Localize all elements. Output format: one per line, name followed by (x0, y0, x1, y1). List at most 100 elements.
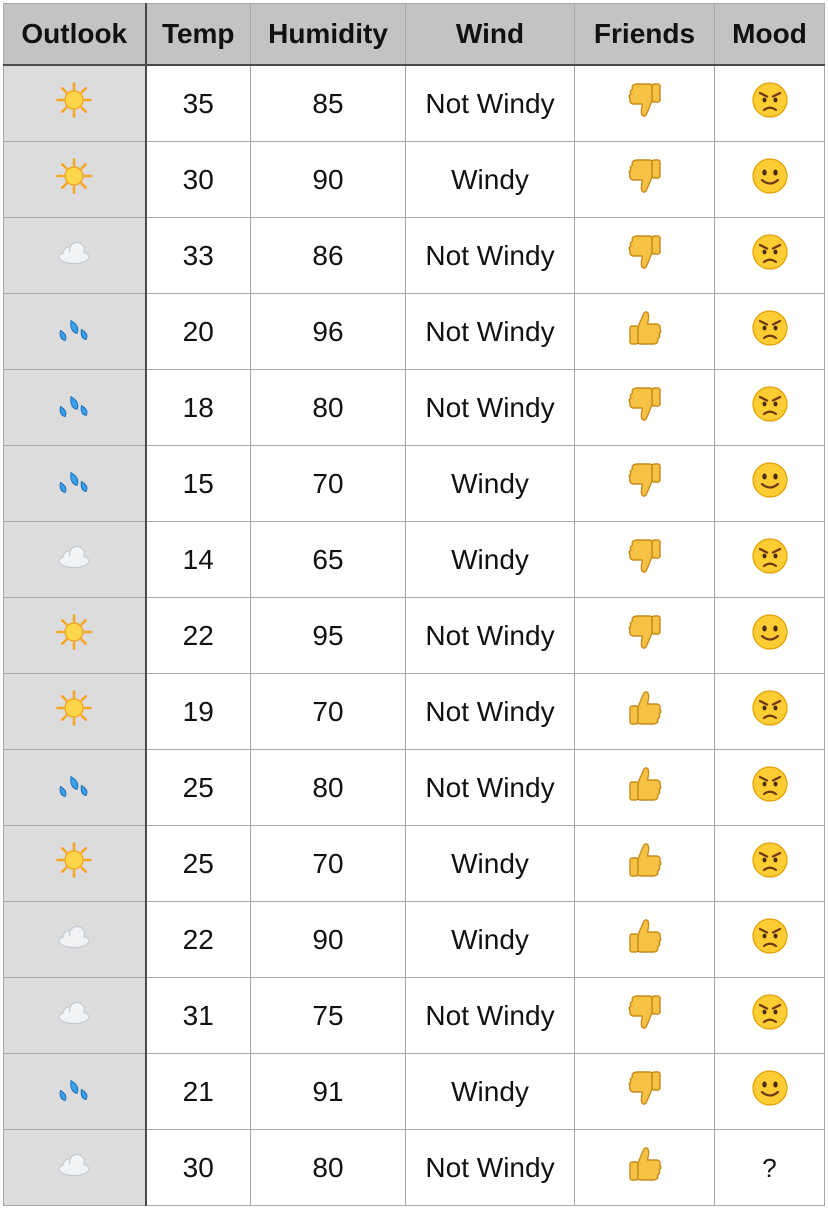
cloud-icon (54, 536, 94, 583)
mood-cell (714, 217, 825, 294)
thumbs-up-icon (626, 308, 664, 355)
mood-cell (714, 369, 825, 446)
wind-cell: Not Windy (405, 217, 575, 294)
temp-value: 14 (182, 543, 214, 575)
cloud-icon (54, 992, 94, 1039)
friends-cell (574, 673, 715, 750)
angry-face-icon (751, 841, 789, 886)
humidity-cell: 70 (250, 825, 406, 902)
friends-cell (574, 1053, 715, 1130)
header-row: Outlook Temp Humidity Wind Friends Mood (3, 3, 825, 66)
thumbs-up-icon (626, 688, 664, 735)
wind-value: Windy (451, 163, 529, 195)
smile-face-icon (751, 461, 789, 506)
humidity-value: 86 (312, 239, 344, 271)
temp-value: 20 (182, 315, 214, 347)
humidity-value: 91 (312, 1075, 344, 1107)
cloud-icon (54, 1144, 94, 1191)
thumbs-up-icon (626, 840, 664, 887)
friends-cell (574, 445, 715, 522)
friends-cell (574, 141, 715, 218)
humidity-value: 70 (312, 847, 344, 879)
humidity-value: 70 (312, 467, 344, 499)
humidity-cell: 75 (250, 977, 406, 1054)
humidity-cell: 96 (250, 293, 406, 370)
thumbs-down-icon (626, 1068, 664, 1115)
table-row: 19 70 Not Windy (3, 673, 825, 750)
wind-value: Not Windy (425, 87, 555, 119)
outlook-cell (3, 141, 147, 218)
thumbs-down-icon (626, 460, 664, 507)
angry-face-icon (751, 233, 789, 278)
friends-cell (574, 977, 715, 1054)
outlook-cell (3, 445, 147, 522)
temp-cell: 35 (145, 64, 251, 142)
table-row: 20 96 Not Windy (3, 293, 825, 370)
table-row: 22 90 Windy (3, 901, 825, 978)
outlook-cell (3, 977, 147, 1054)
wind-cell: Windy (405, 1053, 575, 1130)
outlook-cell (3, 217, 147, 294)
temp-cell: 22 (145, 597, 251, 674)
sun-icon (54, 612, 94, 659)
temp-cell: 25 (145, 749, 251, 826)
temp-cell: 30 (145, 141, 251, 218)
outlook-cell (3, 901, 147, 978)
wind-cell: Windy (405, 901, 575, 978)
wind-cell: Not Windy (405, 977, 575, 1054)
angry-face-icon (751, 385, 789, 430)
friends-cell (574, 369, 715, 446)
thumbs-up-icon (626, 916, 664, 963)
temp-value: 33 (182, 239, 214, 271)
sun-icon (54, 80, 94, 127)
wind-cell: Windy (405, 141, 575, 218)
angry-face-icon (751, 765, 789, 810)
friends-cell (574, 901, 715, 978)
humidity-cell: 85 (250, 64, 406, 142)
temp-value: 25 (182, 847, 214, 879)
wind-value: Not Windy (425, 619, 555, 651)
table-row: 30 80 Not Windy? (3, 1129, 825, 1206)
wind-cell: Not Windy (405, 293, 575, 370)
humidity-cell: 95 (250, 597, 406, 674)
temp-cell: 20 (145, 293, 251, 370)
outlook-cell (3, 749, 147, 826)
sun-icon (54, 840, 94, 887)
table-row: 25 80 Not Windy (3, 749, 825, 826)
outlook-cell (3, 369, 147, 446)
wind-value: Not Windy (425, 1151, 555, 1183)
friends-cell (574, 64, 715, 142)
mood-cell (714, 64, 825, 142)
wind-value: Not Windy (425, 695, 555, 727)
wind-cell: Not Windy (405, 597, 575, 674)
temp-cell: 21 (145, 1053, 251, 1130)
wind-cell: Windy (405, 521, 575, 598)
wind-cell: Not Windy (405, 673, 575, 750)
humidity-value: 80 (312, 391, 344, 423)
mood-cell (714, 901, 825, 978)
thumbs-down-icon (626, 384, 664, 431)
angry-face-icon (751, 689, 789, 734)
table-row: 35 85 Not Windy (3, 64, 825, 142)
cloud-icon (54, 232, 94, 279)
friends-cell (574, 293, 715, 370)
mood-cell (714, 445, 825, 522)
wind-cell: Not Windy (405, 369, 575, 446)
table-row: 25 70 Windy (3, 825, 825, 902)
wind-value: Windy (451, 467, 529, 499)
temp-value: 30 (182, 163, 214, 195)
temp-value: 35 (182, 87, 214, 119)
sun-icon (54, 156, 94, 203)
humidity-value: 65 (312, 543, 344, 575)
humidity-value: 95 (312, 619, 344, 651)
wind-value: Not Windy (425, 315, 555, 347)
wind-value: Windy (451, 1075, 529, 1107)
temp-cell: 14 (145, 521, 251, 598)
temp-value: 22 (182, 619, 214, 651)
table-row: 33 86 Not Windy (3, 217, 825, 294)
header-humidity: Humidity (250, 3, 406, 66)
thumbs-down-icon (626, 156, 664, 203)
wind-cell: Not Windy (405, 1129, 575, 1206)
rain-drops-icon (54, 460, 94, 507)
angry-face-icon (751, 917, 789, 962)
